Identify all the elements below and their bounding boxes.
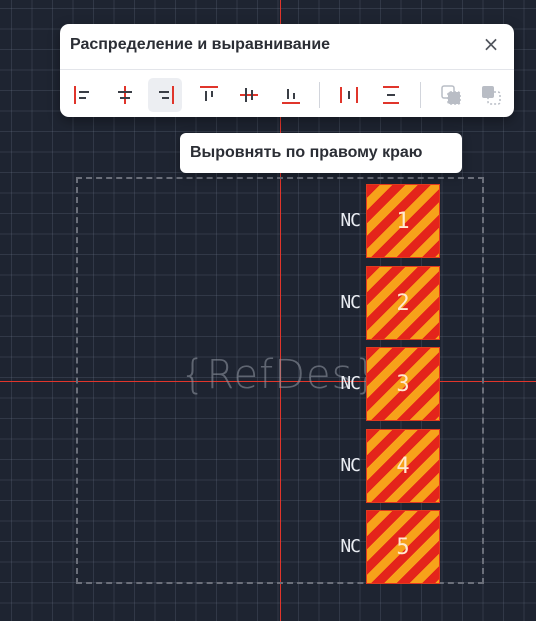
distribute-horizontal-icon (340, 87, 358, 103)
send-to-back-icon (482, 86, 501, 105)
tooltip: Выровнять по правому краю (180, 133, 462, 173)
align-center-horizontal-button[interactable] (108, 78, 142, 112)
pad[interactable]: 1 (366, 184, 440, 258)
pin-row[interactable]: NC 2 (320, 266, 444, 340)
panel-title: Распределение и выравнивание (70, 36, 331, 53)
distribute-horizontal-button[interactable] (332, 78, 366, 112)
pin-label: NC (340, 210, 361, 231)
distribute-vertical-button[interactable] (374, 78, 408, 112)
toolbar-divider (319, 82, 320, 108)
pad-number: 2 (396, 291, 410, 316)
align-center-vertical-icon (240, 88, 258, 102)
bring-to-front-button[interactable] (434, 78, 468, 112)
align-center-horizontal-icon (118, 86, 132, 104)
align-bottom-button[interactable] (274, 78, 308, 112)
align-left-icon (74, 86, 89, 104)
pin-row[interactable]: NC 1 (320, 184, 444, 258)
pin-row[interactable]: NC 4 (320, 429, 444, 503)
pin-label: NC (340, 536, 361, 557)
close-icon[interactable]: × (480, 33, 502, 55)
align-bottom-icon (282, 89, 300, 104)
bring-to-front-icon (441, 85, 461, 105)
align-left-button[interactable] (66, 78, 100, 112)
panel-divider (60, 69, 514, 70)
send-to-back-button[interactable] (474, 78, 508, 112)
pad-number: 1 (396, 209, 410, 234)
pad-number: 5 (396, 535, 410, 560)
align-center-vertical-button[interactable] (232, 78, 266, 112)
align-top-icon (200, 86, 218, 101)
pad[interactable]: 4 (366, 429, 440, 503)
pin-label: NC (340, 373, 361, 394)
align-distribute-panel: Распределение и выравнивание × (60, 24, 514, 117)
align-right-button[interactable] (148, 78, 182, 112)
pin-row[interactable]: NC 3 (320, 347, 444, 421)
pad[interactable]: 3 (366, 347, 440, 421)
pad-number: 4 (396, 454, 410, 479)
pin-row[interactable]: NC 5 (320, 510, 444, 584)
pad[interactable]: 5 (366, 510, 440, 584)
align-top-button[interactable] (192, 78, 226, 112)
distribute-vertical-icon (383, 86, 399, 104)
pad[interactable]: 2 (366, 266, 440, 340)
pad-number: 3 (396, 372, 410, 397)
tooltip-text: Выровнять по правому краю (190, 144, 423, 161)
pin-label: NC (340, 455, 361, 476)
pin-label: NC (340, 292, 361, 313)
toolbar-divider (420, 82, 421, 108)
align-right-icon (159, 86, 174, 104)
